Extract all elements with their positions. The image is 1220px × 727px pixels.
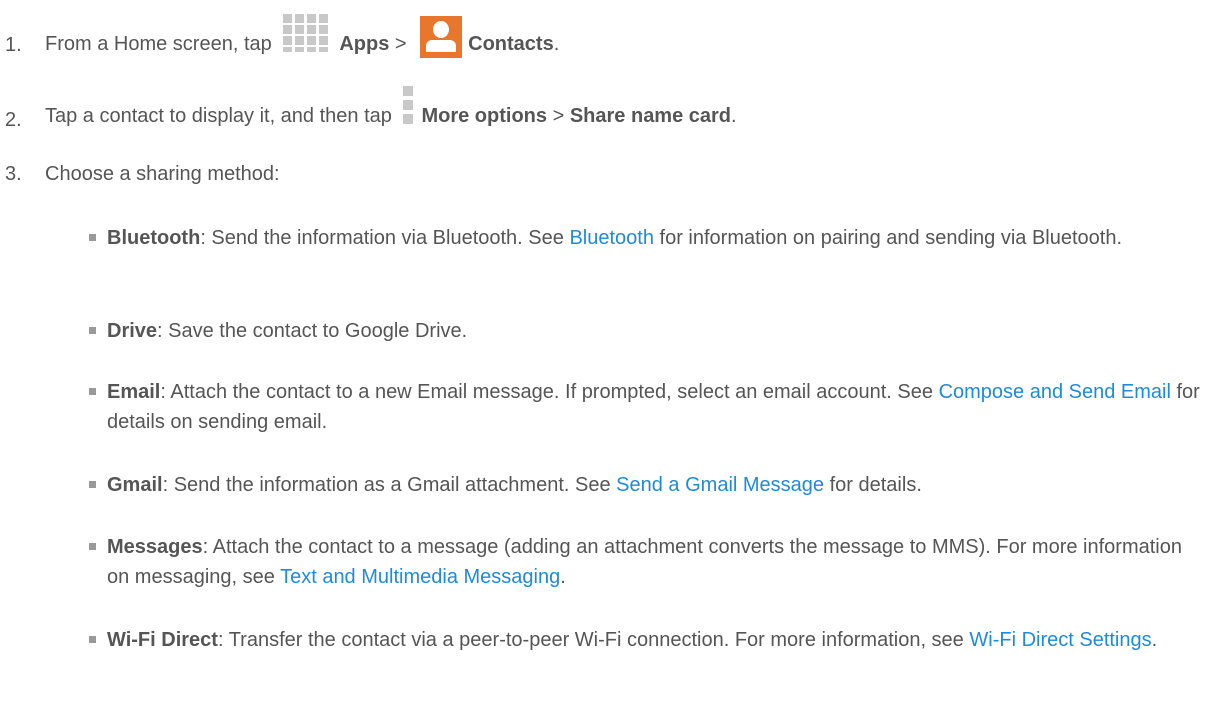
item-label: Bluetooth	[107, 227, 201, 249]
separator: >	[552, 105, 565, 127]
bullet	[89, 543, 96, 550]
text-multimedia-messaging-link[interactable]: Text and Multimedia Messaging	[280, 566, 560, 588]
compose-email-link[interactable]: Compose and Send Email	[939, 381, 1171, 403]
contacts-label: Contacts	[468, 33, 554, 55]
step-number: 1.	[5, 34, 22, 56]
item-label: Wi-Fi Direct	[107, 629, 218, 651]
share-name-card-label: Share name card	[569, 105, 732, 127]
bluetooth-link[interactable]: Bluetooth	[569, 227, 654, 249]
more-options-icon	[401, 86, 415, 128]
step-text: Tap a contact to display it, and then ta…	[45, 105, 392, 127]
step-number: 2.	[5, 109, 22, 131]
bullet	[89, 327, 96, 334]
bullet	[89, 481, 96, 488]
gmail-message-link[interactable]: Send a Gmail Message	[616, 474, 824, 496]
step-text: From a Home screen, tap	[45, 33, 272, 55]
contacts-icon	[420, 16, 463, 58]
item-label: Email	[107, 381, 161, 403]
apps-grid-icon	[281, 12, 335, 56]
step-text: Choose a sharing method:	[45, 163, 280, 185]
separator: >	[394, 33, 407, 55]
wifi-direct-settings-link[interactable]: Wi-Fi Direct Settings	[969, 629, 1151, 651]
item-label: Gmail	[107, 474, 163, 496]
bullet	[89, 388, 96, 395]
bullet	[89, 234, 96, 241]
bullet	[89, 636, 96, 643]
item-label: Messages	[107, 536, 203, 558]
item-label: Drive	[107, 320, 158, 342]
apps-label: Apps	[339, 33, 390, 55]
step-number: 3.	[5, 163, 22, 185]
more-options-label: More options	[421, 105, 548, 127]
